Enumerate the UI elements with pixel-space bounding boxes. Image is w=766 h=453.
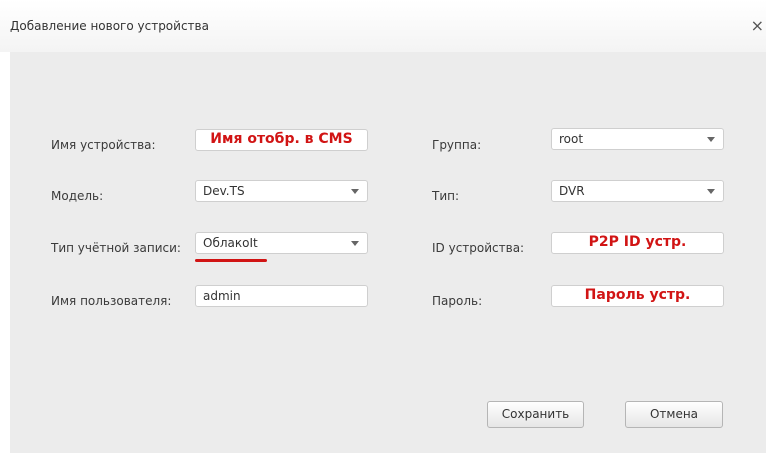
model-select-value: Dev.TS xyxy=(203,184,245,198)
add-device-dialog: Добавление нового устройства × Имя устро… xyxy=(0,0,766,453)
group-select[interactable]: root xyxy=(551,128,724,150)
device-id-label: ID устройства: xyxy=(432,241,525,255)
device-id-input[interactable]: P2P ID устр. xyxy=(551,232,724,254)
type-select-value: DVR xyxy=(559,184,585,198)
account-type-select[interactable]: ОблакоIt xyxy=(195,232,368,254)
type-select[interactable]: DVR xyxy=(551,180,724,202)
cancel-button[interactable]: Отмена xyxy=(625,401,723,428)
dialog-content: Имя устройства: Имя отобр. в CMS Группа:… xyxy=(10,52,766,453)
password-label: Пароль: xyxy=(432,294,483,308)
account-type-label: Тип учётной записи: xyxy=(51,241,181,255)
type-label: Тип: xyxy=(432,189,460,203)
chevron-down-icon xyxy=(707,137,715,142)
dialog-titlebar: Добавление нового устройства × xyxy=(0,0,766,52)
password-input[interactable]: Пароль устр. xyxy=(551,285,724,307)
group-label: Группа: xyxy=(432,138,482,152)
chevron-down-icon xyxy=(351,189,359,194)
account-type-select-value: ОблакоIt xyxy=(203,236,258,250)
model-label: Модель: xyxy=(51,189,104,203)
annotation-underline xyxy=(195,259,267,262)
device-name-label: Имя устройства: xyxy=(51,138,156,152)
username-input[interactable]: admin xyxy=(195,285,368,307)
group-select-value: root xyxy=(559,132,584,146)
username-label: Имя пользователя: xyxy=(51,294,172,308)
dialog-title: Добавление нового устройства xyxy=(10,19,209,33)
chevron-down-icon xyxy=(707,189,715,194)
chevron-down-icon xyxy=(351,241,359,246)
device-name-input[interactable]: Имя отобр. в CMS xyxy=(195,129,368,151)
close-icon[interactable]: × xyxy=(751,16,764,35)
model-select[interactable]: Dev.TS xyxy=(195,180,368,202)
save-button[interactable]: Сохранить xyxy=(487,401,584,428)
